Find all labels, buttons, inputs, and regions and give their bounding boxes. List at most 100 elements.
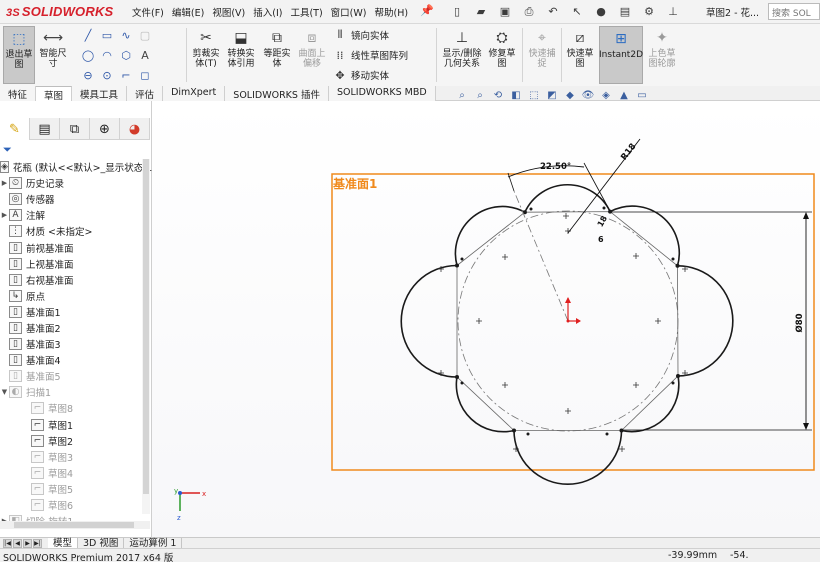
pin-icon[interactable]: 📌 bbox=[420, 4, 434, 17]
fillet-icon[interactable]: ⌐ bbox=[118, 68, 134, 82]
menu-item[interactable]: 插入(I) bbox=[253, 5, 282, 19]
scrollbar-thumb[interactable] bbox=[143, 159, 149, 494]
surface-icon[interactable]: ▢ bbox=[137, 28, 153, 42]
sketch-viewport[interactable]: 基准面1 22.50° R18 18 6 Ø80 x z y bbox=[152, 101, 820, 537]
angle-dimension[interactable]: 22.50° bbox=[507, 162, 611, 212]
tree-node[interactable]: ◈ 花瓶 (默认<<默认>_显示状态 1 bbox=[0, 159, 152, 175]
save-icon[interactable]: ▣ bbox=[496, 3, 514, 20]
spline-icon[interactable]: ∿ bbox=[118, 28, 134, 42]
tree-horizontal-scrollbar[interactable] bbox=[0, 521, 150, 529]
menu-item[interactable]: 帮助(H) bbox=[374, 5, 408, 19]
first-tab-icon[interactable]: |◀ bbox=[3, 538, 12, 548]
rapid-sketch-button[interactable]: ⧄ 快速草图 bbox=[564, 26, 596, 84]
graphics-area[interactable]: 基准面1 22.50° R18 18 6 Ø80 x z y bbox=[152, 101, 820, 537]
configuration-manager-tab-icon[interactable]: ⧉ bbox=[60, 118, 90, 140]
slot-icon[interactable]: ⊖ bbox=[80, 68, 96, 82]
tree-node[interactable]: ⋮ 材质 <未指定> bbox=[0, 223, 150, 239]
expand-toggle-icon[interactable]: ▶ bbox=[0, 211, 9, 219]
offset-on-surface-button[interactable]: ⧈ 曲面上偏移 bbox=[296, 26, 328, 84]
tree-node[interactable]: ▼ ◐ 扫描1 bbox=[0, 384, 150, 400]
print-icon[interactable]: ⎙ bbox=[520, 3, 538, 20]
scene-icon[interactable]: ▲ bbox=[617, 88, 631, 102]
tree-node[interactable]: ▯ 上视基准面 bbox=[0, 256, 150, 272]
expand-toggle-icon[interactable]: ▼ bbox=[0, 388, 9, 396]
plane-sketch-icon[interactable]: ◻ bbox=[137, 68, 153, 82]
zoom-area-icon[interactable]: ⌕ bbox=[473, 88, 487, 102]
open-icon[interactable]: ▰ bbox=[472, 3, 490, 20]
arc-icon[interactable]: ◠ bbox=[99, 48, 115, 62]
tree-vertical-scrollbar[interactable] bbox=[142, 159, 150, 514]
menu-item[interactable]: 视图(V) bbox=[212, 5, 245, 19]
traffic-light-icon[interactable]: ● bbox=[592, 3, 610, 20]
select-icon[interactable]: ↖ bbox=[568, 3, 586, 20]
sketch-origin[interactable] bbox=[565, 297, 581, 324]
property-manager-tab-icon[interactable]: ▤ bbox=[30, 118, 60, 140]
show-delete-relations-button[interactable]: ⊥ 显示/删除几何关系 bbox=[440, 26, 484, 84]
point-icon[interactable]: ⊙ bbox=[99, 68, 115, 82]
zoom-to-fit-icon[interactable]: ⌕ bbox=[455, 88, 469, 102]
repair-sketch-button[interactable]: ⛭ 修复草图 bbox=[486, 26, 518, 84]
tree-node[interactable]: ▯ 基准面5 bbox=[0, 368, 150, 384]
radial-construction-line[interactable] bbox=[513, 190, 569, 322]
new-icon[interactable]: ▯ bbox=[448, 3, 466, 20]
display-manager-tab-icon[interactable]: ◕ bbox=[120, 118, 150, 140]
prev-tab-icon[interactable]: ◀ bbox=[13, 538, 22, 548]
pin-toolbar-icon[interactable]: ⊥ bbox=[664, 3, 682, 20]
scrollbar-thumb[interactable] bbox=[14, 522, 134, 528]
next-tab-icon[interactable]: ▶ bbox=[23, 538, 32, 548]
command-tab[interactable]: 特征 bbox=[0, 86, 37, 101]
text-icon[interactable]: A bbox=[137, 48, 153, 62]
previous-view-icon[interactable]: ⟲ bbox=[491, 88, 505, 102]
tree-node[interactable]: ⌐ 草图8 bbox=[0, 400, 150, 416]
bottom-tab[interactable]: 模型 bbox=[48, 537, 79, 549]
tree-node[interactable]: ▯ 右视基准面 bbox=[0, 272, 150, 288]
exit-sketch-button[interactable]: ⬚ 退出草图 bbox=[3, 26, 35, 84]
polygon-icon[interactable]: ⬡ bbox=[118, 48, 134, 62]
options-icon[interactable]: ⚙ bbox=[640, 3, 658, 20]
file-props-icon[interactable]: ▤ bbox=[616, 3, 634, 20]
trim-entities-button[interactable]: ✂ 剪裁实体(T) bbox=[189, 26, 223, 84]
line-icon[interactable]: ╱ bbox=[80, 28, 96, 42]
tree-node[interactable]: ▯ 前视基准面 bbox=[0, 239, 150, 255]
display-style-icon[interactable]: ◆ bbox=[563, 88, 577, 102]
tree-node[interactable]: ⌐ 草图1 bbox=[0, 417, 150, 433]
filter-icon[interactable]: ⏷ bbox=[3, 143, 12, 157]
diameter-dimension[interactable]: Ø80 bbox=[612, 211, 812, 431]
tree-node[interactable]: ▯ 基准面2 bbox=[0, 320, 150, 336]
tree-node[interactable]: ◎ 传感器 bbox=[0, 191, 150, 207]
tree-node[interactable]: ⌐ 草图2 bbox=[0, 433, 150, 449]
linear-pattern-button[interactable]: ⁞⁞ 线性草图阵列 bbox=[332, 48, 409, 63]
circle-icon[interactable]: ◯ bbox=[80, 48, 96, 62]
tree-node[interactable]: ⌐ 草图4 bbox=[0, 465, 150, 481]
quick-snaps-button[interactable]: ⌖ 快速捕捉 bbox=[526, 26, 558, 84]
shaded-sketch-contours-button[interactable]: ✦ 上色草图轮廓 bbox=[646, 26, 678, 84]
tree-node[interactable]: ▶ ⏲ 历史记录 bbox=[0, 175, 150, 191]
command-tab[interactable]: 草图 bbox=[36, 86, 73, 102]
small-dimension-text[interactable]: 18 bbox=[596, 214, 610, 229]
convert-entities-button[interactable]: ⬓ 转换实体引用 bbox=[224, 26, 258, 84]
mirror-entities-button[interactable]: ⫴ 镜向实体 bbox=[332, 28, 389, 42]
tree-node[interactable]: ⌐ 草图3 bbox=[0, 449, 150, 465]
command-tab[interactable]: SOLIDWORKS MBD bbox=[328, 86, 436, 101]
command-tab[interactable]: 评估 bbox=[127, 86, 164, 101]
offset-entities-button[interactable]: ⧉ 等距实体 bbox=[260, 26, 294, 84]
command-tab[interactable]: SOLIDWORKS 插件 bbox=[225, 86, 329, 101]
move-entities-button[interactable]: ✥ 移动实体 bbox=[332, 68, 389, 83]
dynamic-annotation-icon[interactable]: ⬚ bbox=[527, 88, 541, 102]
menu-item[interactable]: 文件(F) bbox=[132, 5, 164, 19]
tree-node[interactable]: ⌐ 草图5 bbox=[0, 481, 150, 497]
undo-icon[interactable]: ↶ bbox=[544, 3, 562, 20]
last-tab-icon[interactable]: ▶| bbox=[33, 538, 42, 548]
tree-node[interactable]: ⌐ 草图6 bbox=[0, 497, 150, 513]
hide-show-icon[interactable]: 👁 bbox=[581, 88, 595, 102]
solidworks-logo[interactable]: 3S SOLIDWORKS bbox=[6, 4, 113, 19]
menu-item[interactable]: 窗口(W) bbox=[331, 5, 367, 19]
tree-node[interactable]: ▶ A 注解 bbox=[0, 207, 150, 223]
edit-appearance-icon[interactable]: ◈ bbox=[599, 88, 613, 102]
command-tab[interactable]: 模具工具 bbox=[72, 86, 128, 101]
flower-profile[interactable] bbox=[400, 184, 734, 486]
smart-dimension-button[interactable]: ⟷ 智能尺寸 bbox=[38, 26, 68, 84]
menu-item[interactable]: 工具(T) bbox=[290, 5, 322, 19]
dimxpert-manager-tab-icon[interactable]: ⊕ bbox=[90, 118, 120, 140]
tree-node[interactable]: ▯ 基准面1 bbox=[0, 304, 150, 320]
